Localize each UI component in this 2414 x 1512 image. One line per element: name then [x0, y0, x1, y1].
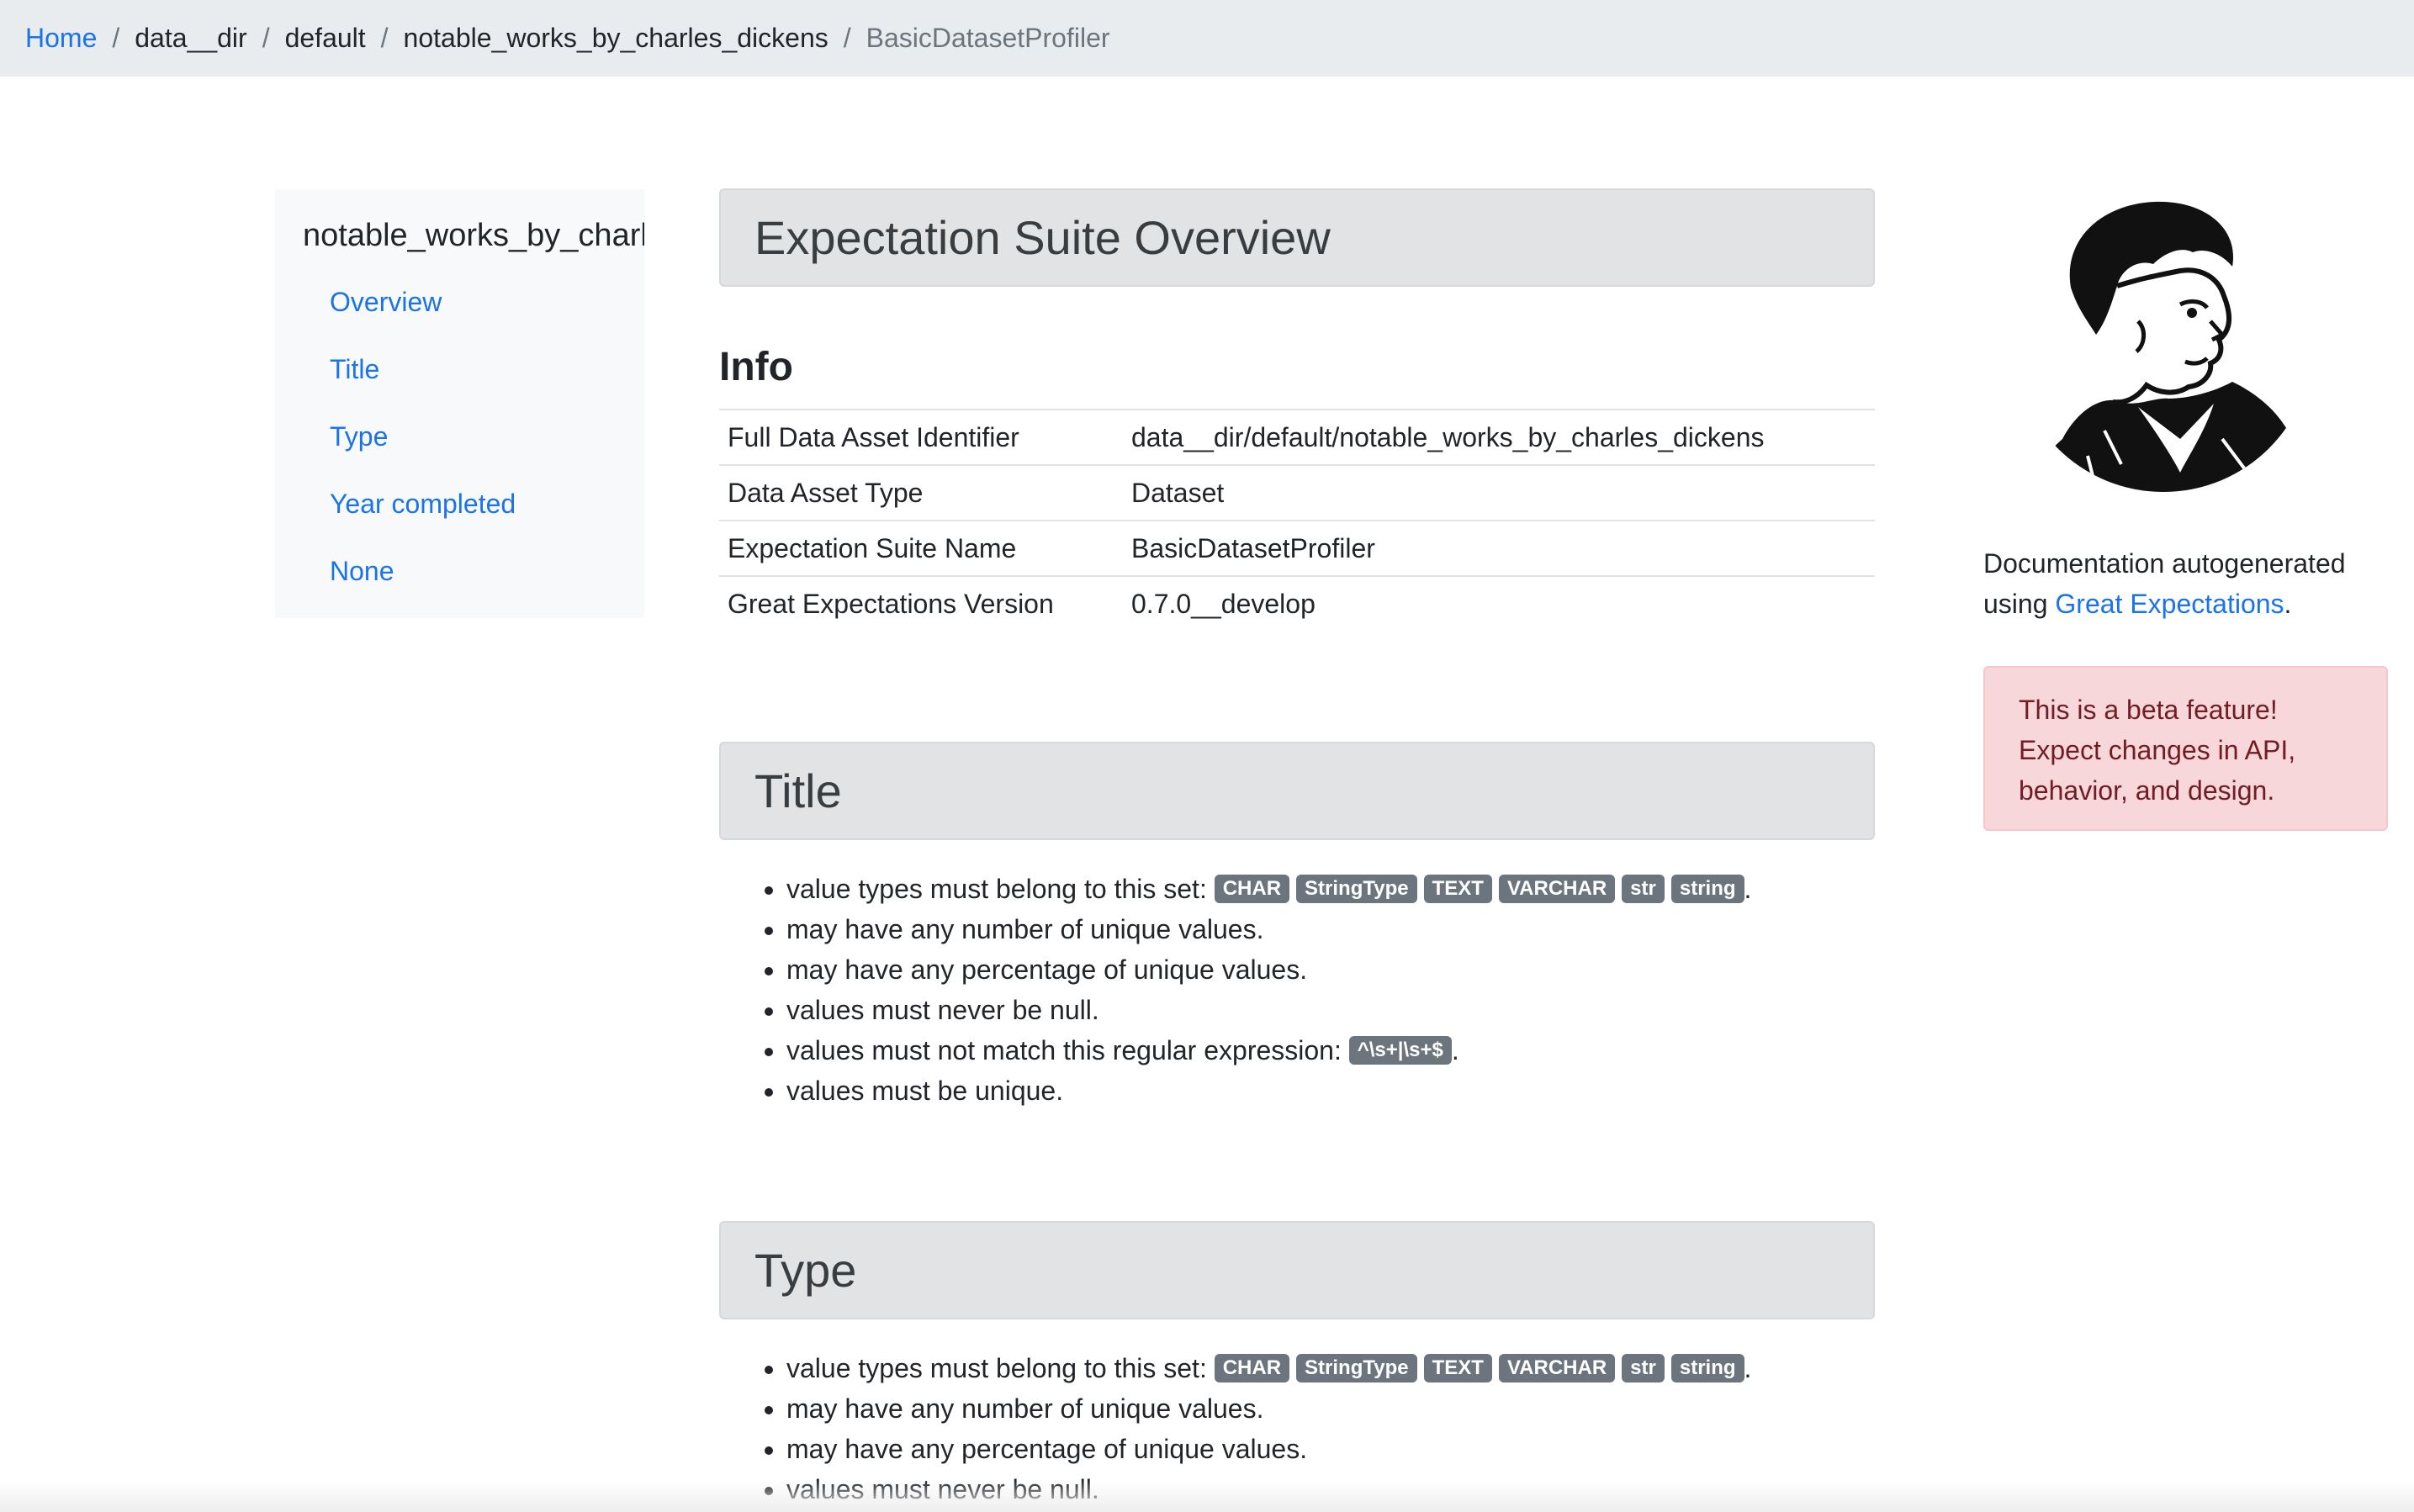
type-badge: string [1670, 874, 1744, 903]
info-table: Full Data Asset Identifier data__dir/def… [719, 409, 1875, 632]
beta-alert-line: This is a beta feature! [2019, 695, 2278, 725]
regex-badge: ^\s+|\s+$ [1348, 1035, 1452, 1065]
list-item: values must never be null. [786, 990, 1875, 1030]
nav-title: notable_works_by_charles_dickens [303, 218, 644, 253]
list-item: may have any number of unique values. [786, 909, 1875, 949]
type-badge: CHAR [1214, 874, 1290, 903]
nav-item-none[interactable]: None [330, 556, 394, 587]
overview-section: Expectation Suite Overview Info Full Dat… [719, 188, 1875, 659]
info-heading: Info [719, 345, 793, 389]
title-section-header: Title [719, 742, 1875, 840]
breadcrumb-data-dir-link[interactable]: data__dir [135, 23, 246, 54]
info-key: Full Data Asset Identifier [719, 409, 1123, 465]
list-item: values must not match this regular expre… [786, 1030, 1875, 1071]
nav-item-overview[interactable]: Overview [330, 287, 442, 318]
list-item: may have any percentage of unique values… [786, 1429, 1875, 1469]
doc-text: Documentation autogenerated [1983, 548, 2346, 579]
documentation-note: Documentation autogenerated using Great … [1983, 543, 2387, 624]
list-item: value types must belong to this set: CHA… [786, 869, 1875, 909]
section-nav: notable_works_by_charles_dickens Overvie… [275, 189, 644, 618]
type-badge: VARCHAR [1498, 1353, 1616, 1382]
list-item: may have any percentage of unique values… [786, 949, 1875, 990]
nav-item-title[interactable]: Title [330, 354, 379, 385]
table-row: Expectation Suite Name BasicDatasetProfi… [719, 520, 1875, 576]
info-key: Expectation Suite Name [719, 520, 1123, 576]
beta-alert-line: behavior, and design. [2019, 775, 2275, 806]
table-row: Full Data Asset Identifier data__dir/def… [719, 409, 1875, 465]
beta-alert-line: Expect changes in API, [2019, 735, 2296, 765]
type-badge: str [1622, 874, 1665, 903]
beta-feature-alert: This is a beta feature! Expect changes i… [1983, 666, 2388, 831]
doc-text: . [2284, 589, 2292, 619]
info-value: Dataset [1123, 464, 1875, 521]
expectation-text: values must not match this regular expre… [786, 1035, 1349, 1065]
list-item: values must be unique. [786, 1071, 1875, 1111]
breadcrumb: Home / data__dir / default / notable_wor… [0, 0, 2414, 77]
nav-item-year-completed[interactable]: Year completed [330, 489, 516, 520]
breadcrumb-separator: / [262, 23, 270, 53]
breadcrumb-default-link[interactable]: default [285, 23, 366, 54]
table-row: Data Asset Type Dataset [719, 464, 1875, 521]
table-row: Great Expectations Version 0.7.0__develo… [719, 575, 1875, 632]
list-item: value types must belong to this set: CHA… [786, 1348, 1875, 1388]
expectation-text: value types must belong to this set: [786, 874, 1215, 904]
breadcrumb-current: BasicDatasetProfiler [866, 23, 1110, 53]
type-section-header: Type [719, 1221, 1875, 1319]
expectation-text: value types must belong to this set: [786, 1353, 1215, 1383]
type-badge: StringType [1296, 1353, 1417, 1382]
type-badge: TEXT [1423, 874, 1492, 903]
type-badge: str [1622, 1353, 1665, 1382]
info-key: Great Expectations Version [719, 575, 1123, 632]
nav-item-type[interactable]: Type [330, 421, 388, 452]
info-key: Data Asset Type [719, 464, 1123, 521]
type-badge: StringType [1296, 874, 1417, 903]
type-badge: TEXT [1423, 1353, 1492, 1382]
info-value: 0.7.0__develop [1123, 575, 1875, 632]
info-value: BasicDatasetProfiler [1123, 520, 1875, 576]
breadcrumb-separator: / [843, 23, 851, 53]
type-section: Type value types must belong to this set… [719, 1221, 1875, 1509]
info-value: data__dir/default/notable_works_by_charl… [1123, 409, 1875, 465]
type-badge: VARCHAR [1498, 874, 1616, 903]
type-badge: CHAR [1214, 1353, 1290, 1382]
breadcrumb-separator: / [380, 23, 389, 53]
breadcrumb-separator: / [112, 23, 120, 53]
overview-header: Expectation Suite Overview [719, 188, 1875, 287]
doc-text: using [1983, 589, 2056, 619]
type-badge: string [1670, 1353, 1744, 1382]
breadcrumb-home-link[interactable]: Home [25, 23, 97, 54]
bottom-scroll-shadow [0, 1480, 2414, 1512]
list-item: may have any number of unique values. [786, 1388, 1875, 1429]
dickens-logo [2012, 187, 2315, 498]
breadcrumb-asset-link[interactable]: notable_works_by_charles_dickens [404, 23, 828, 54]
title-expectations-list: value types must belong to this set: CHA… [719, 869, 1875, 1111]
great-expectations-link[interactable]: Great Expectations [2055, 589, 2284, 619]
title-section: Title value types must belong to this se… [719, 742, 1875, 1111]
